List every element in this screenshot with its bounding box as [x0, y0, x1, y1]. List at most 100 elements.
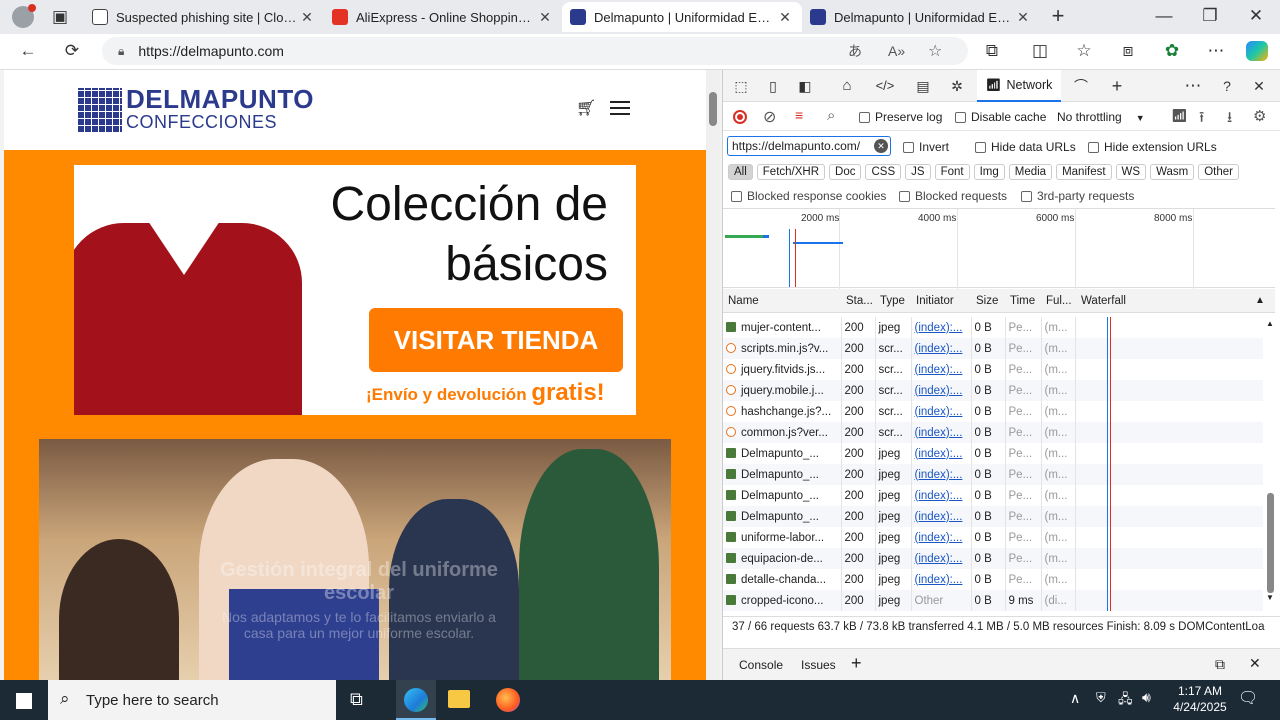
search-icon[interactable]: ⌕	[827, 107, 835, 124]
col-name[interactable]: Name	[728, 295, 759, 307]
promo-banner[interactable]: Colección de básicos VISITAR TIENDA ¡Env…	[74, 165, 636, 415]
filter-chip-fetch[interactable]: Fetch/XHR	[756, 164, 826, 180]
request-initiator[interactable]: (index):...	[911, 317, 972, 338]
firefox-icon[interactable]	[496, 688, 520, 712]
welcome-home-icon[interactable]: ⌂	[835, 74, 859, 98]
request-row[interactable]: equipacion-de... 200 jpeg (index):... 0 B Pe.…	[723, 548, 1263, 569]
export-har-icon[interactable]: ⭳	[1227, 107, 1232, 132]
drawer-tab-issues[interactable]: Issues	[801, 658, 836, 672]
split-screen-icon[interactable]: ◫	[1028, 39, 1052, 63]
col-waterfall[interactable]: Waterfall	[1081, 295, 1126, 307]
more-menu-icon[interactable]: ⋯	[1204, 39, 1228, 63]
record-icon[interactable]	[733, 110, 747, 124]
checkbox-box[interactable]	[975, 142, 986, 154]
filter-chip-other[interactable]: Other	[1198, 164, 1239, 180]
volume-icon[interactable]: 🔊︎	[1142, 689, 1151, 706]
dock-drawer-icon[interactable]: ⧉	[1215, 656, 1225, 673]
visit-store-button[interactable]: VISITAR TIENDA	[369, 308, 623, 372]
scroll-up-icon[interactable]: ▲	[1266, 319, 1274, 328]
checkbox-box[interactable]	[955, 112, 966, 124]
lock-icon[interactable]: 🔒︎	[118, 44, 124, 59]
preserve-log-checkbox[interactable]: Preserve log	[859, 110, 942, 124]
filter-chip-css[interactable]: CSS	[865, 164, 902, 180]
network-settings-gear-icon[interactable]: ⚙	[1253, 107, 1266, 125]
profile-avatar[interactable]	[12, 4, 36, 28]
sources-bug-icon[interactable]: ✲	[945, 74, 969, 98]
request-initiator[interactable]: (index):...	[911, 506, 972, 527]
request-initiator[interactable]: (index):...	[911, 548, 972, 569]
page-scrollbar[interactable]	[706, 70, 720, 680]
collections-icon[interactable]: ⧈	[1116, 39, 1140, 63]
close-devtools-icon[interactable]: ✕	[1247, 74, 1271, 98]
devtools-more-icon[interactable]: ⋯	[1181, 74, 1205, 98]
filter-chip-ws[interactable]: WS	[1115, 164, 1147, 180]
back-icon[interactable]: ←	[16, 39, 40, 63]
filter-chip-media[interactable]: Media	[1008, 164, 1053, 180]
network-tray-icon[interactable]: 🖧︎	[1118, 690, 1133, 712]
request-row[interactable]: Delmapunto_... 200 jpeg (index):... 0 B Pe...…	[723, 464, 1263, 485]
request-initiator[interactable]: (index):...	[911, 338, 972, 359]
read-aloud-icon[interactable]: A»	[888, 43, 905, 59]
filter-chip-manifest[interactable]: Manifest	[1056, 164, 1112, 180]
col-size[interactable]: Size	[976, 295, 998, 307]
request-row[interactable]: hashchange.js?... 200 scr... (index):... 0 B…	[723, 401, 1263, 422]
filter-chip-all[interactable]: All	[728, 164, 753, 180]
add-tool-icon[interactable]: +	[1105, 74, 1129, 98]
tab-delmapunto[interactable]: Delmapunto | Uniformidad Escolar ✕	[802, 2, 1040, 32]
clear-icon[interactable]: ⊘	[763, 107, 776, 127]
request-initiator[interactable]: (index):...	[911, 380, 972, 401]
sort-up-icon[interactable]: ▲	[1255, 295, 1265, 306]
request-row[interactable]: Delmapunto_... 200 jpeg (index):... 0 B Pe...…	[723, 443, 1263, 464]
copilot-icon[interactable]	[1246, 41, 1268, 61]
hide-data-urls-checkbox[interactable]: Hide data URLs	[975, 140, 1076, 154]
col-initiator[interactable]: Initiator	[916, 295, 954, 307]
hide-extension-urls-checkbox[interactable]: Hide extension URLs	[1088, 140, 1217, 154]
request-row[interactable]: jquery.fitvids.js... 200 scr... (index):...…	[723, 359, 1263, 380]
scroll-down-icon[interactable]: ▼	[1266, 593, 1274, 602]
tab-delmapunto-active[interactable]: Delmapunto | Uniformidad Escolar ✕	[562, 2, 802, 32]
checkbox-box[interactable]	[731, 191, 742, 203]
tab-aliexpress[interactable]: AliExpress - Online Shopping für P ✕	[324, 2, 562, 32]
close-tab-icon[interactable]: ✕	[776, 9, 794, 26]
brand-name[interactable]: DELMAPUNTO	[126, 84, 314, 115]
performance-gauge-icon[interactable]: ⌒	[1069, 74, 1093, 98]
col-type[interactable]: Type	[880, 295, 905, 307]
maximize-icon[interactable]: ❐	[1198, 4, 1222, 28]
close-tab-icon[interactable]: ✕	[536, 9, 554, 26]
blocked-requests-checkbox[interactable]: Blocked requests	[899, 189, 1007, 203]
request-row[interactable]: uniforme-labor... 200 jpeg (index):... 0 B Pe…	[723, 527, 1263, 548]
taskbar-search-box[interactable]: ⌕ Type here to search	[48, 680, 336, 720]
request-row[interactable]: Delmapunto_... 200 jpeg (index):... 0 B Pe...…	[723, 485, 1263, 506]
filter-icon[interactable]: ≡	[795, 107, 803, 123]
favorites-icon[interactable]: ☆	[1072, 39, 1096, 63]
task-view-icon[interactable]: ⧉	[350, 689, 363, 710]
favorite-star-icon[interactable]: ☆	[928, 41, 942, 61]
invert-checkbox[interactable]: Invert	[903, 140, 949, 154]
request-row[interactable]: detalle-chanda... 200 jpeg (index):... 0 B Pe…	[723, 569, 1263, 590]
file-explorer-icon[interactable]	[448, 690, 470, 708]
table-scrollbar[interactable]: ▲ ▼	[1264, 317, 1276, 611]
third-party-checkbox[interactable]: 3rd-party requests	[1021, 189, 1134, 203]
request-initiator[interactable]: (index):...	[911, 527, 972, 548]
filter-chip-font[interactable]: Font	[934, 164, 970, 180]
filter-chip-img[interactable]: Img	[973, 164, 1005, 180]
checkbox-box[interactable]	[1021, 191, 1032, 203]
checkbox-box[interactable]	[859, 112, 870, 124]
request-initiator[interactable]: (index):...	[911, 569, 972, 590]
tab-actions-icon[interactable]: ▣	[48, 5, 72, 29]
request-initiator[interactable]: (index):...	[911, 485, 972, 506]
cart-icon[interactable]: 🛒︎	[576, 98, 596, 118]
filter-input[interactable]: https://delmapunto.com/ ✕	[727, 136, 891, 156]
drawer-tab-console[interactable]: Console	[739, 658, 783, 672]
checkbox-box[interactable]	[899, 191, 910, 203]
translate-icon[interactable]: あ	[848, 41, 862, 61]
throttling-select[interactable]: No throttling ▼	[1057, 110, 1145, 124]
request-initiator[interactable]: Other	[911, 590, 972, 611]
request-initiator[interactable]: (index):...	[911, 422, 972, 443]
system-clock[interactable]: 1:17 AM 4/24/2025	[1164, 683, 1236, 715]
filter-chip-doc[interactable]: Doc	[829, 164, 862, 180]
network-conditions-icon[interactable]: 📶︎	[1171, 108, 1188, 124]
import-har-icon[interactable]: ⭱	[1199, 107, 1204, 132]
checkbox-box[interactable]	[903, 142, 914, 154]
page-scrollbar-thumb[interactable]	[709, 92, 717, 126]
